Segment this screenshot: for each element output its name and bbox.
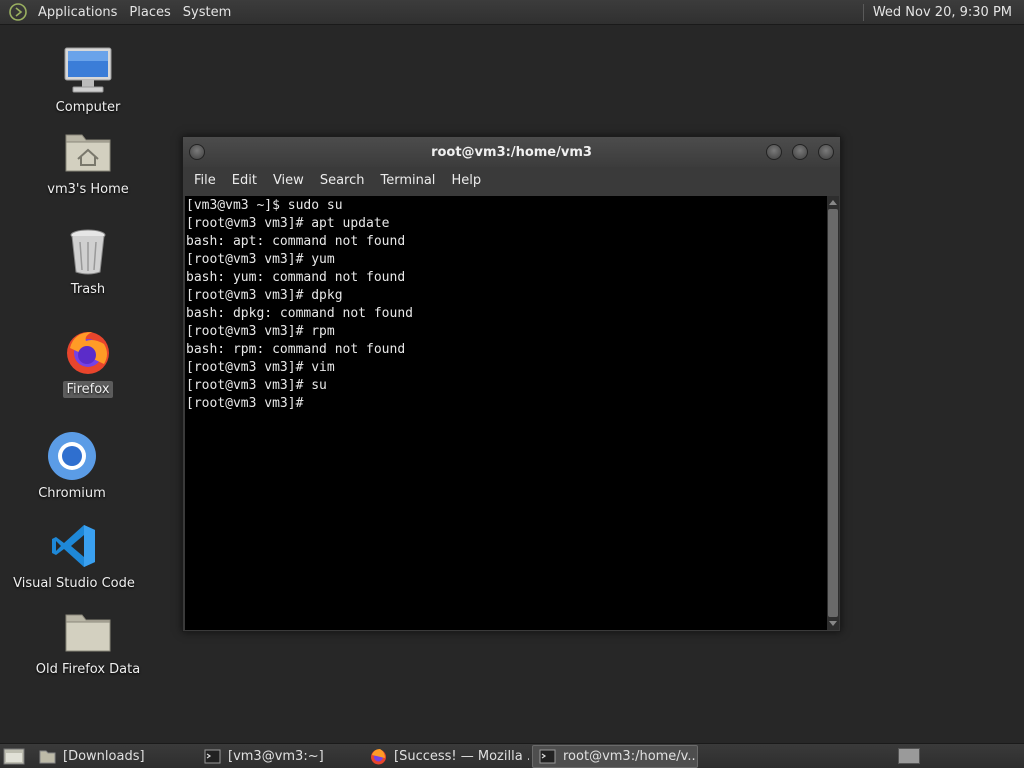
desktop-icon-label: Trash <box>70 282 106 297</box>
taskbar-item-label: root@vm3:/home/v... <box>563 748 698 764</box>
terminal-line: bash: dpkg: command not found <box>186 306 413 321</box>
clock[interactable]: Wed Nov 20, 9:30 PM <box>873 5 1024 20</box>
folder-icon <box>39 750 56 763</box>
vscode-icon <box>48 520 100 572</box>
computer-icon <box>62 44 114 96</box>
firefox-icon <box>371 748 386 764</box>
maximize-button[interactable] <box>792 144 808 160</box>
workspace-switcher[interactable] <box>898 748 920 764</box>
window-title: root@vm3:/home/vm3 <box>431 144 592 160</box>
top-panel: Applications Places System Wed Nov 20, 9… <box>0 0 1024 25</box>
menu-file[interactable]: File <box>186 167 224 195</box>
system-menu[interactable]: System <box>177 0 237 25</box>
terminal-icon <box>204 749 221 763</box>
terminal-scrollbar[interactable] <box>827 196 839 630</box>
terminal-line: [vm3@vm3 ~]$ sudo su <box>186 198 343 213</box>
taskbar-item-vm3-terminal[interactable]: [vm3@vm3:~] <box>198 745 361 768</box>
desktop-icon-label: Chromium <box>38 486 106 501</box>
trash-icon <box>62 226 114 278</box>
applications-menu[interactable]: Applications <box>32 0 123 25</box>
taskbar-item-firefox[interactable]: [Success! — Mozilla ... <box>364 745 529 768</box>
scroll-down-arrow-icon[interactable] <box>829 621 837 626</box>
taskbar-item-root-terminal[interactable]: root@vm3:/home/v... <box>532 744 698 768</box>
places-menu[interactable]: Places <box>123 0 176 25</box>
taskbar-item-label: [Success! — Mozilla ... <box>394 748 529 764</box>
terminal-line: bash: apt: command not found <box>186 234 406 249</box>
desktop-icon-firefox[interactable]: Firefox <box>23 326 153 398</box>
panel-separator <box>862 3 864 21</box>
scrollbar-thumb[interactable] <box>828 209 838 617</box>
menu-edit[interactable]: Edit <box>224 167 265 195</box>
terminal-output[interactable]: [vm3@vm3 ~]$ sudo su [root@vm3 vm3]# apt… <box>185 196 827 630</box>
minimize-button[interactable] <box>766 144 782 160</box>
terminal-menubar: File Edit View Search Terminal Help <box>183 167 840 195</box>
bottom-panel: [Downloads] [vm3@vm3:~] [Success! — Mozi… <box>0 743 1024 768</box>
menu-terminal[interactable]: Terminal <box>372 167 443 195</box>
terminal-line: bash: rpm: command not found <box>186 342 406 357</box>
desktop-icon-old-firefox-data[interactable]: Old Firefox Data <box>23 606 153 678</box>
menu-help[interactable]: Help <box>443 167 489 195</box>
scroll-up-arrow-icon[interactable] <box>829 200 837 205</box>
menu-search[interactable]: Search <box>312 167 373 195</box>
taskbar-item-downloads[interactable]: [Downloads] <box>33 745 195 768</box>
terminal-icon <box>539 749 556 763</box>
desktop-icon-trash[interactable]: Trash <box>23 226 153 298</box>
desktop-icon-chromium[interactable]: Chromium <box>7 430 137 502</box>
terminal-line: [root@vm3 vm3]# rpm <box>186 324 335 339</box>
menu-view[interactable]: View <box>265 167 312 195</box>
taskbar-item-label: [Downloads] <box>63 748 145 764</box>
folder-icon <box>62 606 114 658</box>
terminal-window[interactable]: root@vm3:/home/vm3 File Edit View Search… <box>182 136 841 632</box>
terminal-prompt-line: [root@vm3 vm3]# <box>186 396 312 411</box>
terminal-line: [root@vm3 vm3]# vim <box>186 360 335 375</box>
distro-logo-icon[interactable] <box>8 2 28 22</box>
window-titlebar[interactable]: root@vm3:/home/vm3 <box>183 137 840 167</box>
desktop-icon-label: Computer <box>55 100 121 115</box>
home-folder-icon <box>62 126 114 178</box>
chromium-icon <box>46 430 98 482</box>
firefox-icon <box>62 326 114 378</box>
desktop-icon-computer[interactable]: Computer <box>23 44 153 116</box>
terminal-line: bash: yum: command not found <box>186 270 406 285</box>
close-button[interactable] <box>818 144 834 160</box>
desktop-icon-label: Old Firefox Data <box>35 662 141 677</box>
desktop-icon-home[interactable]: vm3's Home <box>23 126 153 198</box>
desktop-icon-vscode[interactable]: Visual Studio Code <box>9 520 139 592</box>
desktop-icon-label: Firefox <box>63 381 113 398</box>
terminal-line: [root@vm3 vm3]# yum <box>186 252 335 267</box>
show-desktop-icon[interactable] <box>3 746 25 766</box>
window-menu-button[interactable] <box>189 144 205 160</box>
terminal-line: [root@vm3 vm3]# dpkg <box>186 288 343 303</box>
desktop-icon-label: vm3's Home <box>47 182 129 197</box>
terminal-line: [root@vm3 vm3]# su <box>186 378 327 393</box>
desktop-icon-label: Visual Studio Code <box>13 576 135 591</box>
terminal-line: [root@vm3 vm3]# apt update <box>186 216 390 231</box>
taskbar-item-label: [vm3@vm3:~] <box>228 748 324 764</box>
